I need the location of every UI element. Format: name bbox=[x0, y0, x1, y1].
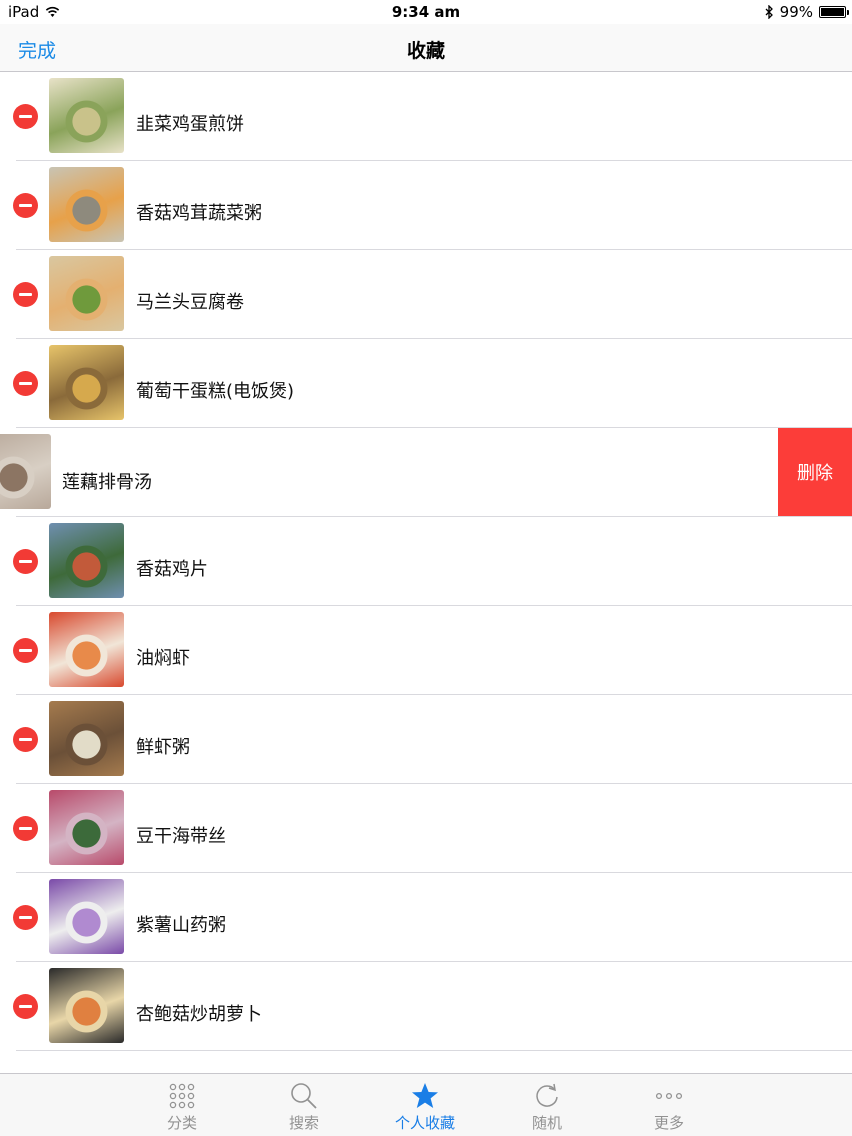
tab-more[interactable]: 更多 bbox=[624, 1082, 714, 1133]
list-item[interactable]: 杏鲍菇炒胡萝卜 bbox=[0, 962, 852, 1051]
list-item[interactable]: 油焖虾 bbox=[0, 606, 852, 695]
status-bar: iPad 9:34 am 99% bbox=[0, 0, 852, 24]
battery-icon bbox=[819, 6, 849, 18]
status-time: 9:34 am bbox=[391, 3, 461, 21]
delete-circle-icon[interactable] bbox=[13, 193, 38, 218]
recipe-name: 莲藕排骨汤 bbox=[62, 472, 152, 493]
recipe-name: 马兰头豆腐卷 bbox=[136, 292, 244, 313]
tab-bar: 分类 搜索 个人收藏 随机 更多 bbox=[0, 1073, 852, 1136]
recipe-thumbnail bbox=[49, 78, 124, 153]
list-item[interactable]: 葡萄干蛋糕(电饭煲) bbox=[0, 339, 852, 428]
delete-circle-icon[interactable] bbox=[13, 104, 38, 129]
list-item[interactable]: 马兰头豆腐卷 bbox=[0, 250, 852, 339]
recipe-thumbnail bbox=[49, 167, 124, 242]
delete-circle-icon[interactable] bbox=[13, 638, 38, 663]
recipe-name: 紫薯山药粥 bbox=[136, 915, 226, 936]
recipe-thumbnail bbox=[49, 790, 124, 865]
search-icon bbox=[291, 1083, 317, 1109]
tab-random[interactable]: 随机 bbox=[502, 1082, 592, 1133]
recipe-name: 香菇鸡片 bbox=[136, 559, 208, 580]
recipe-thumbnail bbox=[49, 968, 124, 1043]
recipe-name: 葡萄干蛋糕(电饭煲) bbox=[136, 381, 295, 402]
bluetooth-icon bbox=[765, 5, 773, 19]
tab-favorites[interactable]: 个人收藏 bbox=[380, 1082, 470, 1133]
more-dots-icon bbox=[655, 1092, 683, 1100]
recipe-thumbnail bbox=[49, 612, 124, 687]
page-title: 收藏 bbox=[406, 40, 445, 62]
delete-circle-icon[interactable] bbox=[13, 282, 38, 307]
delete-circle-icon[interactable] bbox=[13, 816, 38, 841]
recipe-thumbnail bbox=[49, 345, 124, 420]
list-item[interactable]: 鲜虾粥 bbox=[0, 695, 852, 784]
status-right: 99% bbox=[765, 3, 849, 21]
tab-label-favorites: 个人收藏 bbox=[394, 1114, 455, 1132]
delete-circle-icon[interactable] bbox=[13, 905, 38, 930]
tab-label-search: 搜索 bbox=[288, 1114, 319, 1132]
recipe-thumbnail bbox=[49, 701, 124, 776]
recipe-name: 韭菜鸡蛋煎饼 bbox=[136, 114, 244, 135]
delete-circle-icon[interactable] bbox=[13, 727, 38, 752]
recipe-name: 豆干海带丝 bbox=[136, 826, 226, 847]
delete-button[interactable]: 删除 bbox=[778, 428, 852, 516]
recipe-thumbnail bbox=[49, 256, 124, 331]
recipe-thumbnail bbox=[49, 523, 124, 598]
recipe-name: 油焖虾 bbox=[136, 648, 190, 669]
delete-circle-icon[interactable] bbox=[13, 549, 38, 574]
battery-percent: 99% bbox=[779, 3, 813, 21]
tab-label-more: 更多 bbox=[653, 1114, 684, 1132]
list-item[interactable]: 紫薯山药粥 bbox=[0, 873, 852, 962]
star-icon bbox=[412, 1083, 438, 1108]
list-item[interactable]: 香菇鸡片 bbox=[0, 517, 852, 606]
grid-dots-icon bbox=[169, 1083, 195, 1109]
recipe-thumbnail bbox=[49, 879, 124, 954]
list-item[interactable]: 豆干海带丝 bbox=[0, 784, 852, 873]
refresh-icon bbox=[536, 1083, 558, 1107]
list-item[interactable]: 莲藕排骨汤 删除 bbox=[0, 428, 852, 517]
tab-label-random: 随机 bbox=[531, 1114, 562, 1132]
tab-categories[interactable]: 分类 bbox=[137, 1082, 227, 1133]
delete-circle-icon[interactable] bbox=[13, 994, 38, 1019]
recipe-name: 香菇鸡茸蔬菜粥 bbox=[136, 203, 262, 224]
tab-search[interactable]: 搜索 bbox=[259, 1082, 349, 1133]
battery-fill bbox=[821, 8, 844, 16]
recipe-name: 鲜虾粥 bbox=[136, 737, 190, 758]
favorites-list: 韭菜鸡蛋煎饼 香菇鸡茸蔬菜粥 马兰头豆腐卷葡萄干蛋糕(电饭煲) 莲藕排骨汤 删除香菇鸡片… bbox=[0, 72, 852, 1051]
list-item[interactable]: 香菇鸡茸蔬菜粥 bbox=[0, 161, 852, 250]
delete-circle-icon[interactable] bbox=[13, 371, 38, 396]
tab-label-categories: 分类 bbox=[166, 1114, 197, 1132]
recipe-name: 杏鲍菇炒胡萝卜 bbox=[136, 1004, 262, 1025]
recipe-thumbnail bbox=[0, 434, 51, 509]
list-item[interactable]: 韭菜鸡蛋煎饼 bbox=[0, 72, 852, 161]
nav-bar: 完成 收藏 bbox=[0, 24, 852, 72]
